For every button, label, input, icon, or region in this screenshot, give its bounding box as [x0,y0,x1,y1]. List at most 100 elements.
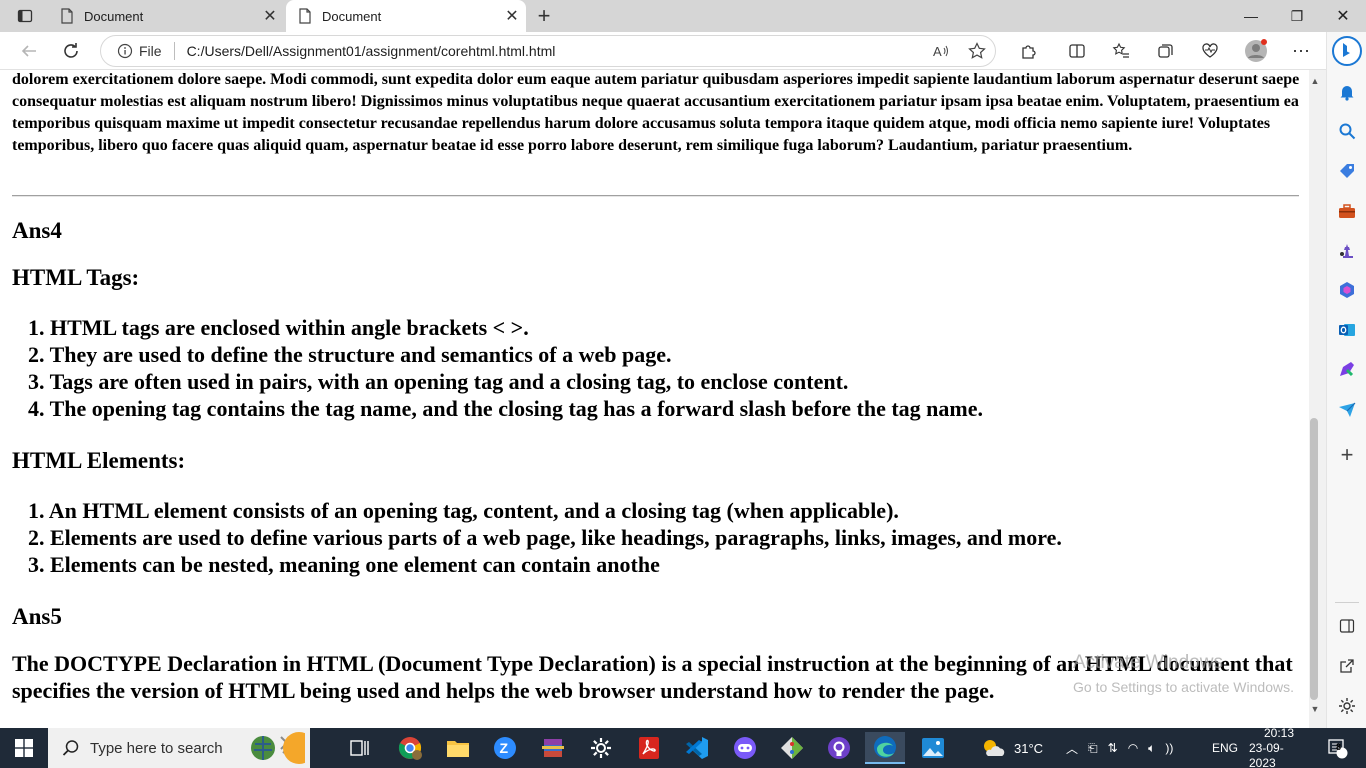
address-separator [173,42,175,60]
git-taskbar-app[interactable] [772,732,812,764]
games-button[interactable] [1333,237,1361,265]
html-elements-heading: HTML Elements: [12,448,186,473]
settings-taskbar-app[interactable] [581,732,621,764]
profile-button[interactable] [1240,36,1272,66]
back-arrow-icon [21,45,36,57]
close-tab-icon[interactable]: ✕ [256,2,284,30]
shopping-button[interactable] [1333,157,1361,185]
microsoft-365-button[interactable] [1333,276,1361,304]
list-item: 3. Elements can be nested, meaning one e… [28,552,660,577]
performance-button[interactable] [1194,36,1226,66]
add-sidebar-app-button[interactable]: + [1333,441,1361,469]
heart-pulse-icon [1202,43,1218,58]
extensions-button[interactable] [1013,36,1045,66]
weather-temperature: 31°C [1014,740,1044,756]
partly-cloudy-icon [984,740,1005,756]
network-icon[interactable]: ⇅ [1108,741,1118,755]
edge-sidebar: + [1326,32,1366,728]
windows-logo-icon [15,739,33,757]
discord-taskbar-app[interactable] [725,732,765,764]
acrobat-taskbar-app[interactable] [629,732,669,764]
notification-center-button[interactable]: 8 [1322,728,1352,768]
more-menu-button[interactable]: ⋯ [1285,36,1317,66]
vertical-scrollbar[interactable]: ▲ ▼ [1309,70,1326,728]
start-button[interactable] [0,728,48,768]
task-view-button[interactable] [340,732,380,764]
sidebar-divider [1335,602,1359,603]
lorem-paragraph: dolorem exercitationem dolore saepe. Mod… [12,71,1300,154]
wifi-icon[interactable]: ◠ [1128,741,1138,755]
vscode-taskbar-app[interactable] [677,732,717,764]
photos-icon [922,738,944,758]
clock-time: 20:13 [1263,725,1295,740]
split-screen-icon [1069,44,1085,58]
external-link-icon [1340,659,1354,673]
list-item: 2. Elements are used to define various p… [28,525,1062,550]
zoom-taskbar-app[interactable]: Z [485,732,525,764]
tag-icon [1340,164,1354,178]
winrar-taskbar-app[interactable] [533,732,573,764]
taskbar-search-box[interactable]: Type here to search [48,728,310,768]
search-icon [1339,123,1356,140]
chevron-up-icon[interactable]: ︿ [1066,740,1078,757]
collections-button[interactable] [1150,36,1182,66]
notifications-button[interactable] [1333,78,1361,106]
scrollbar-thumb[interactable] [1310,418,1318,700]
puzzle-icon [1022,45,1036,59]
tab-document-1[interactable]: Document ✕ [48,0,284,32]
volume-icon[interactable]: 🔈︎ [1148,741,1155,756]
game-controller-icon [734,737,756,759]
drop-button[interactable] [1333,396,1361,424]
github-taskbar-app[interactable] [819,732,859,764]
meet-now-icon[interactable]: ⎗ [1088,741,1098,756]
speaker-icon[interactable]: )) [1165,741,1173,755]
search-sidebar-button[interactable] [1333,117,1361,145]
hide-sidebar-button[interactable] [1333,612,1361,640]
page-content: dolorem exercitationem dolore saepe. Mod… [0,70,1309,728]
html-elements-list: 1. An HTML element consists of an openin… [28,497,1062,578]
windows-taskbar: Type here to search Z 31°C ︿ ⎗ ⇅ ◠ 🔈︎ ))… [0,725,1366,768]
scheme-label: File [139,43,162,59]
bing-chat-button[interactable] [1330,34,1364,68]
activate-windows-watermark: Activate Windows Go to Settings to activ… [1073,652,1294,698]
close-tab-icon[interactable]: ✕ [498,2,526,30]
tools-button[interactable] [1333,197,1361,225]
back-button[interactable] [14,36,44,66]
info-icon[interactable] [117,43,133,59]
weather-widget[interactable]: 31°C [980,728,1043,768]
sidebar-settings-button[interactable] [1333,692,1361,720]
clock[interactable]: 20:13 23-09-2023 [1249,725,1309,768]
open-external-button[interactable] [1333,652,1361,680]
list-item: 1. An HTML element consists of an openin… [28,498,899,523]
new-tab-button[interactable]: + [532,3,556,28]
tab-actions-button[interactable] [8,6,42,26]
favorite-star-icon[interactable] [959,42,995,60]
read-aloud-icon[interactable]: A [923,43,959,59]
html-tags-list: 1. HTML tags are enclosed within angle b… [28,314,983,422]
zoom-icon: Z [494,737,516,759]
photos-taskbar-app[interactable] [913,732,953,764]
chrome-taskbar-app[interactable] [390,732,430,764]
file-explorer-taskbar-app[interactable] [438,732,478,764]
tab-strip: Document ✕ Document ✕ + — ❐ ✕ [0,0,1366,32]
address-bar[interactable]: File C:/Users/Dell/Assignment01/assignme… [100,35,996,67]
outlook-button[interactable] [1333,316,1361,344]
edge-taskbar-app-active[interactable] [865,732,905,764]
close-window-button[interactable]: ✕ [1320,0,1366,32]
page-icon [60,8,74,24]
search-icon [62,739,80,757]
refresh-button[interactable] [56,36,86,66]
tab-document-2-active[interactable]: Document ✕ [286,0,526,32]
list-item: 3. Tags are often used in pairs, with an… [28,369,849,394]
tab-actions-icon [17,9,33,23]
favorites-button[interactable] [1105,36,1137,66]
language-indicator[interactable]: ENG [1212,728,1238,768]
designer-button[interactable] [1333,356,1361,384]
scroll-down-arrow-icon[interactable]: ▼ [1309,704,1321,716]
language-label: ENG [1212,741,1239,755]
minimize-button[interactable]: — [1228,0,1274,32]
scroll-up-arrow-icon[interactable]: ▲ [1309,76,1321,88]
restore-button[interactable]: ❐ [1274,0,1320,32]
split-screen-button[interactable] [1061,36,1093,66]
url-text[interactable]: C:/Users/Dell/Assignment01/assignment/co… [187,43,923,59]
